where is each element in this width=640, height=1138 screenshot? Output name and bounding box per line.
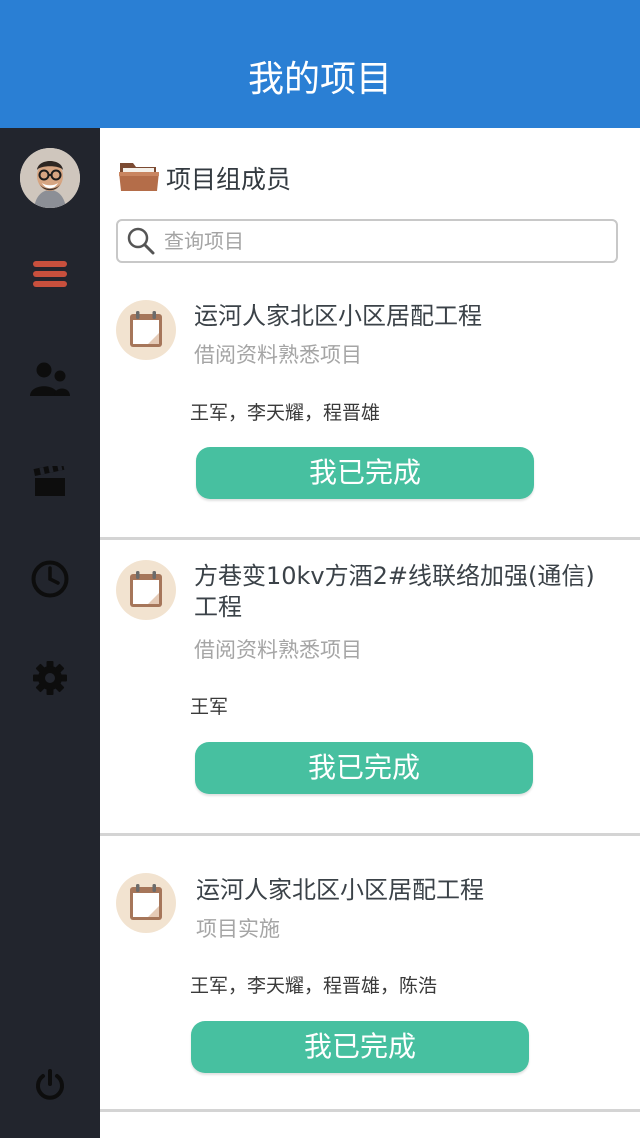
calendar-icon <box>116 560 176 620</box>
gear-icon[interactable] <box>25 653 75 703</box>
project-card: 方巷变10kv方酒2#线联络加强(通信)工程 借阅资料熟悉项目 王军 我已完成 <box>100 560 640 833</box>
project-title: 运河人家北区小区居配工程 <box>196 876 484 904</box>
section-header: 项目组成员 <box>118 158 291 198</box>
main-content: 项目组成员 运河人家北区小区居配工程 借阅资料熟悉项目 王军，李天耀，程晋雄 我… <box>100 128 640 1138</box>
calendar-icon <box>116 873 176 933</box>
search-icon <box>127 227 155 255</box>
avatar[interactable] <box>20 148 80 208</box>
card-divider <box>100 1109 640 1112</box>
clock-icon[interactable] <box>25 554 75 604</box>
project-members: 王军，李天耀，程晋雄，陈浩 <box>190 975 438 997</box>
menu-icon[interactable] <box>25 249 75 299</box>
folder-icon <box>118 159 160 197</box>
section-title: 项目组成员 <box>166 165 292 194</box>
project-stage: 项目实施 <box>196 917 280 941</box>
card-divider <box>100 537 640 540</box>
project-card: 运河人家北区小区居配工程 项目实施 王军，李天耀，程晋雄，陈浩 我已完成 <box>100 873 640 1111</box>
page-title: 我的项目 <box>247 59 392 100</box>
complete-button[interactable]: 我已完成 <box>195 742 533 794</box>
search-box[interactable] <box>116 219 618 263</box>
search-input[interactable] <box>162 228 586 254</box>
calendar-icon <box>116 300 176 360</box>
clapperboard-icon[interactable] <box>25 457 75 507</box>
complete-button[interactable]: 我已完成 <box>191 1021 529 1073</box>
project-members: 王军 <box>190 696 229 718</box>
project-title: 方巷变10kv方酒2#线联络加强(通信)工程 <box>194 562 595 621</box>
power-icon[interactable] <box>25 1060 75 1110</box>
card-divider <box>100 833 640 836</box>
app-header: 我的项目 <box>0 0 640 128</box>
project-stage: 借阅资料熟悉项目 <box>194 638 362 662</box>
project-members: 王军，李天耀，程晋雄 <box>190 402 381 424</box>
complete-button[interactable]: 我已完成 <box>196 447 534 499</box>
sidebar <box>0 128 100 1138</box>
project-stage: 借阅资料熟悉项目 <box>194 343 362 367</box>
project-card: 运河人家北区小区居配工程 借阅资料熟悉项目 王军，李天耀，程晋雄 我已完成 <box>100 298 640 537</box>
users-icon[interactable] <box>25 354 75 404</box>
project-title: 运河人家北区小区居配工程 <box>194 302 482 330</box>
